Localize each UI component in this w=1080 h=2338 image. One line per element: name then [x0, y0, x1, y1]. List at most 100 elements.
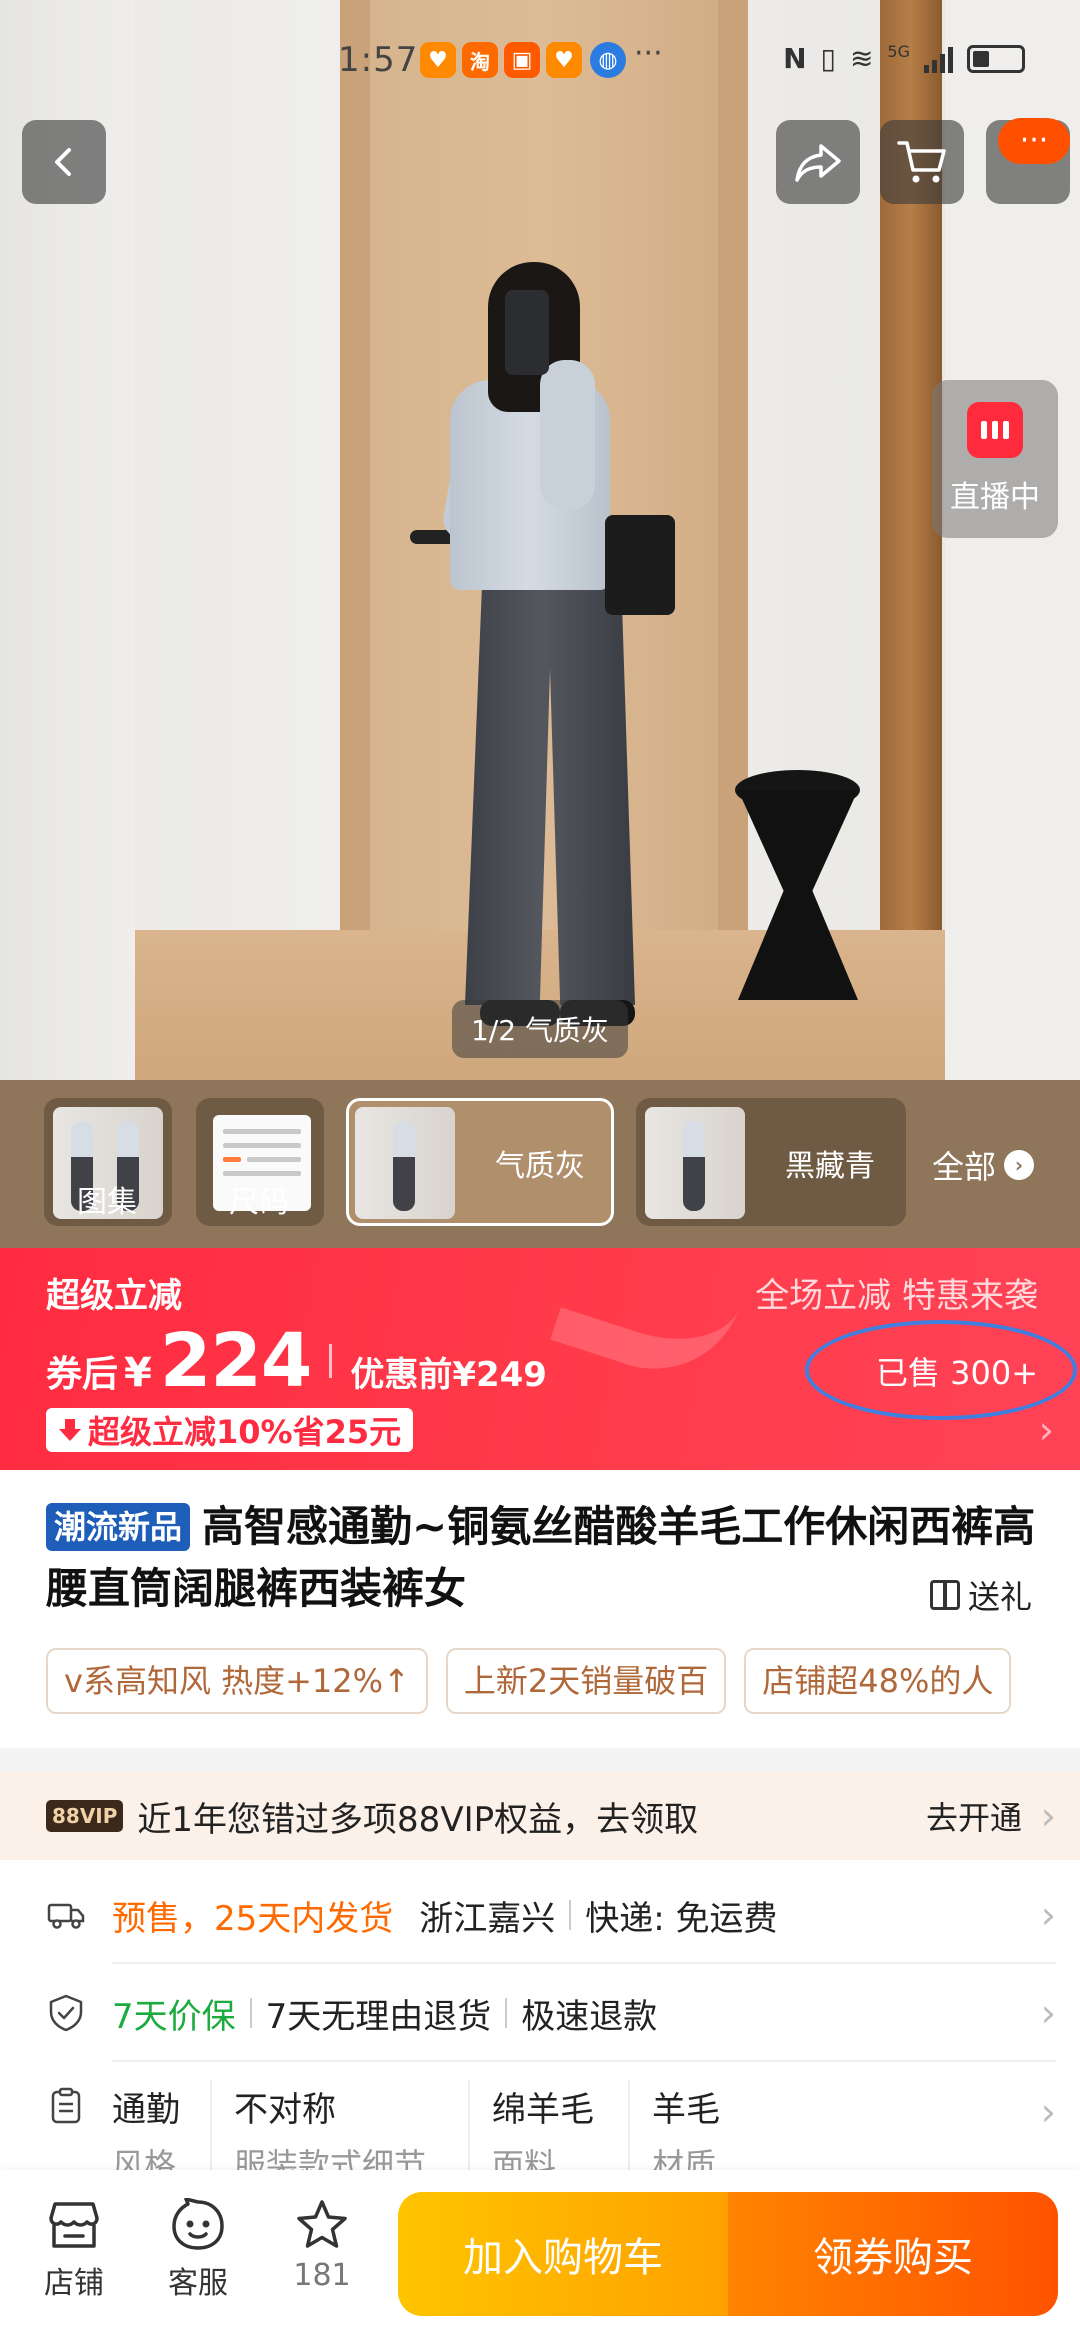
price-prefix: 券后 — [46, 1354, 119, 1395]
red-packet-icon: ▣ — [504, 42, 540, 78]
thumb-label: 图集 — [77, 1185, 137, 1220]
cart-button[interactable] — [880, 120, 964, 204]
cart-icon — [897, 141, 946, 183]
buy-with-coupon-button[interactable]: 领券购买 — [728, 2192, 1058, 2316]
product-hero-image[interactable]: 1:57 ♥ 淘 ▣ ♥ ◍ ··· N ▯ ≋ 5G ··· 直播中 1/2 … — [0, 0, 1080, 1080]
vip-open-link[interactable]: 去开通 — [926, 1793, 1022, 1839]
model-bag — [605, 515, 675, 615]
variant-thumbnail-strip: 图集 尺码 气质灰 黑藏青 全部 › — [0, 1080, 1080, 1248]
final-price: 224 — [159, 1318, 312, 1404]
price-row: 券后 ¥ 224 优惠前¥249 — [46, 1318, 547, 1404]
discount-tag-label: 超级立减10%省25元 — [88, 1413, 402, 1451]
product-title: 潮流新品 高智感通勤~铜氨丝醋酸羊毛工作休闲西裤高腰直筒阔腿裤西装裤女 — [46, 1496, 1036, 1620]
chip-label: v系高知风 热度+12% — [64, 1662, 384, 1700]
arrow-decoration — [550, 1253, 740, 1393]
promo-slogan: 全场立减 特惠来袭 — [755, 1276, 1038, 1316]
chevron-right-icon: › — [1038, 1408, 1054, 1452]
shipping-row[interactable]: 预售，25天内发货 浙江嘉兴 快递: 免运费 › — [0, 1866, 1080, 1964]
customer-service-button[interactable]: 客服 — [148, 2198, 248, 2302]
up-arrow-icon: ↑ — [383, 1662, 410, 1700]
vip-text: 近1年您错过多项88VIP权益，去领取 — [137, 1799, 699, 1840]
live-label: 直播中 — [950, 480, 1040, 515]
vip-benefits-row[interactable]: 88VIP 近1年您错过多项88VIP权益，去领取 去开通 › — [0, 1772, 1080, 1860]
highlight-circle — [805, 1320, 1077, 1420]
ship-origin: 浙江嘉兴 — [419, 1898, 556, 1939]
battery-icon — [967, 44, 1025, 73]
chip-shop-stat[interactable]: 店铺超48%的人 — [744, 1648, 1012, 1714]
fast-refund: 极速退款 — [521, 1996, 658, 2037]
discount-tag: 超级立减10%省25元 — [46, 1408, 414, 1452]
shop-label: 店铺 — [44, 2266, 104, 2301]
network-type: 5G — [887, 42, 910, 61]
gift-label: 送礼 — [967, 1578, 1032, 1616]
view-all-variants-link[interactable]: 全部 › — [932, 1142, 1035, 1188]
chevron-right-icon: › — [1040, 2090, 1056, 2134]
chip-label: 上新2天销量破百 — [463, 1662, 709, 1700]
customer-service-icon — [172, 2198, 224, 2250]
browser-icon: ◍ — [590, 42, 626, 78]
thumb-label: 黑藏青 — [785, 1149, 875, 1184]
share-button[interactable] — [776, 120, 860, 204]
thumb-size-chart[interactable]: 尺码 — [196, 1098, 324, 1226]
wifi-icon: ≋ — [849, 42, 874, 75]
attr-detail-value: 不对称 — [234, 2090, 336, 2130]
status-time: 1:57 — [338, 40, 419, 80]
favorite-button[interactable]: 181 — [272, 2198, 372, 2293]
price-divider — [329, 1344, 333, 1378]
delivery-truck-icon — [47, 1903, 85, 1929]
image-counter: 1/2 气质灰 — [452, 1000, 628, 1058]
chevron-right-icon: › — [1004, 1150, 1035, 1180]
heart-icon: ♥ — [420, 42, 456, 78]
guarantee-row[interactable]: 7天价保 7天无理由退货 极速退款 › — [0, 1964, 1080, 2062]
thumb-label: 尺码 — [229, 1185, 289, 1220]
new-arrival-badge: 潮流新品 — [46, 1503, 191, 1551]
chevron-right-icon: › — [1040, 1893, 1056, 1937]
signal-icon — [924, 45, 953, 73]
status-bar: 1:57 ♥ 淘 ▣ ♥ ◍ ··· N ▯ ≋ 5G — [0, 30, 1080, 90]
shield-check-icon — [49, 1994, 83, 2032]
model-phone — [505, 290, 549, 375]
status-more: ··· — [634, 36, 663, 71]
live-stream-button[interactable]: 直播中 — [932, 380, 1058, 538]
down-arrow-icon — [59, 1419, 81, 1441]
thumb-label: 气质灰 — [495, 1149, 585, 1184]
chevron-right-icon: › — [1040, 1991, 1056, 2035]
thumb-variant-grey[interactable]: 气质灰 — [346, 1098, 614, 1226]
nfc-icon: N — [783, 42, 807, 75]
currency-symbol: ¥ — [124, 1350, 152, 1396]
chip-trend[interactable]: v系高知风 热度+12%↑ — [46, 1648, 428, 1714]
express-fee: 快递: 免运费 — [585, 1898, 778, 1939]
attributes-row[interactable]: 通勤 风格 不对称 服装款式细节 绵羊毛 面料 羊毛 材质 › — [0, 2060, 1080, 2190]
store-icon — [49, 2202, 99, 2248]
chip-sales[interactable]: 上新2天销量破百 — [445, 1648, 727, 1714]
thumb-variant-navy[interactable]: 黑藏青 — [636, 1098, 906, 1226]
heart-icon: ♥ — [546, 42, 582, 78]
presale-text: 预售，25天内发货 — [112, 1898, 394, 1939]
highlight-chips: v系高知风 热度+12%↑ 上新2天销量破百 店铺超48%的人 — [46, 1648, 1080, 1718]
shop-button[interactable]: 店铺 — [24, 2198, 124, 2302]
price-protection: 7天价保 — [112, 1996, 236, 2037]
taobao-icon: 淘 — [462, 42, 498, 78]
vibrate-icon: ▯ — [820, 42, 836, 75]
buy-label: 领券购买 — [813, 2235, 973, 2281]
gift-button[interactable]: 送礼 — [929, 1572, 1032, 1618]
gift-icon — [929, 1580, 960, 1610]
view-all-label: 全部 — [932, 1148, 997, 1186]
favorite-count: 181 — [293, 2258, 351, 2293]
live-icon — [967, 402, 1023, 458]
chip-label: 店铺超48%的人 — [762, 1662, 994, 1700]
thumb-gallery[interactable]: 图集 — [44, 1098, 172, 1226]
attr-fabric-value: 绵羊毛 — [492, 2090, 594, 2130]
bottom-action-bar: 店铺 客服 181 加入购物车 领券购买 — [0, 2170, 1080, 2338]
price-promo-banner[interactable]: 超级立减 全场立减 特惠来袭 券后 ¥ 224 优惠前¥249 已售 300+ … — [0, 1248, 1080, 1470]
back-button[interactable] — [22, 120, 106, 204]
chevron-right-icon: › — [1040, 1794, 1056, 1838]
star-icon — [297, 2200, 347, 2248]
product-title-text: 高智感通勤~铜氨丝醋酸羊毛工作休闲西裤高腰直筒阔腿裤西装裤女 — [46, 1502, 1036, 1613]
share-icon — [795, 144, 841, 182]
add-to-cart-button[interactable]: 加入购物车 — [398, 2192, 728, 2316]
attr-material-value: 羊毛 — [652, 2090, 720, 2130]
more-menu-pill[interactable]: ··· — [998, 118, 1070, 164]
back-arrow-icon — [55, 148, 71, 176]
promo-title: 超级立减 — [46, 1276, 182, 1316]
